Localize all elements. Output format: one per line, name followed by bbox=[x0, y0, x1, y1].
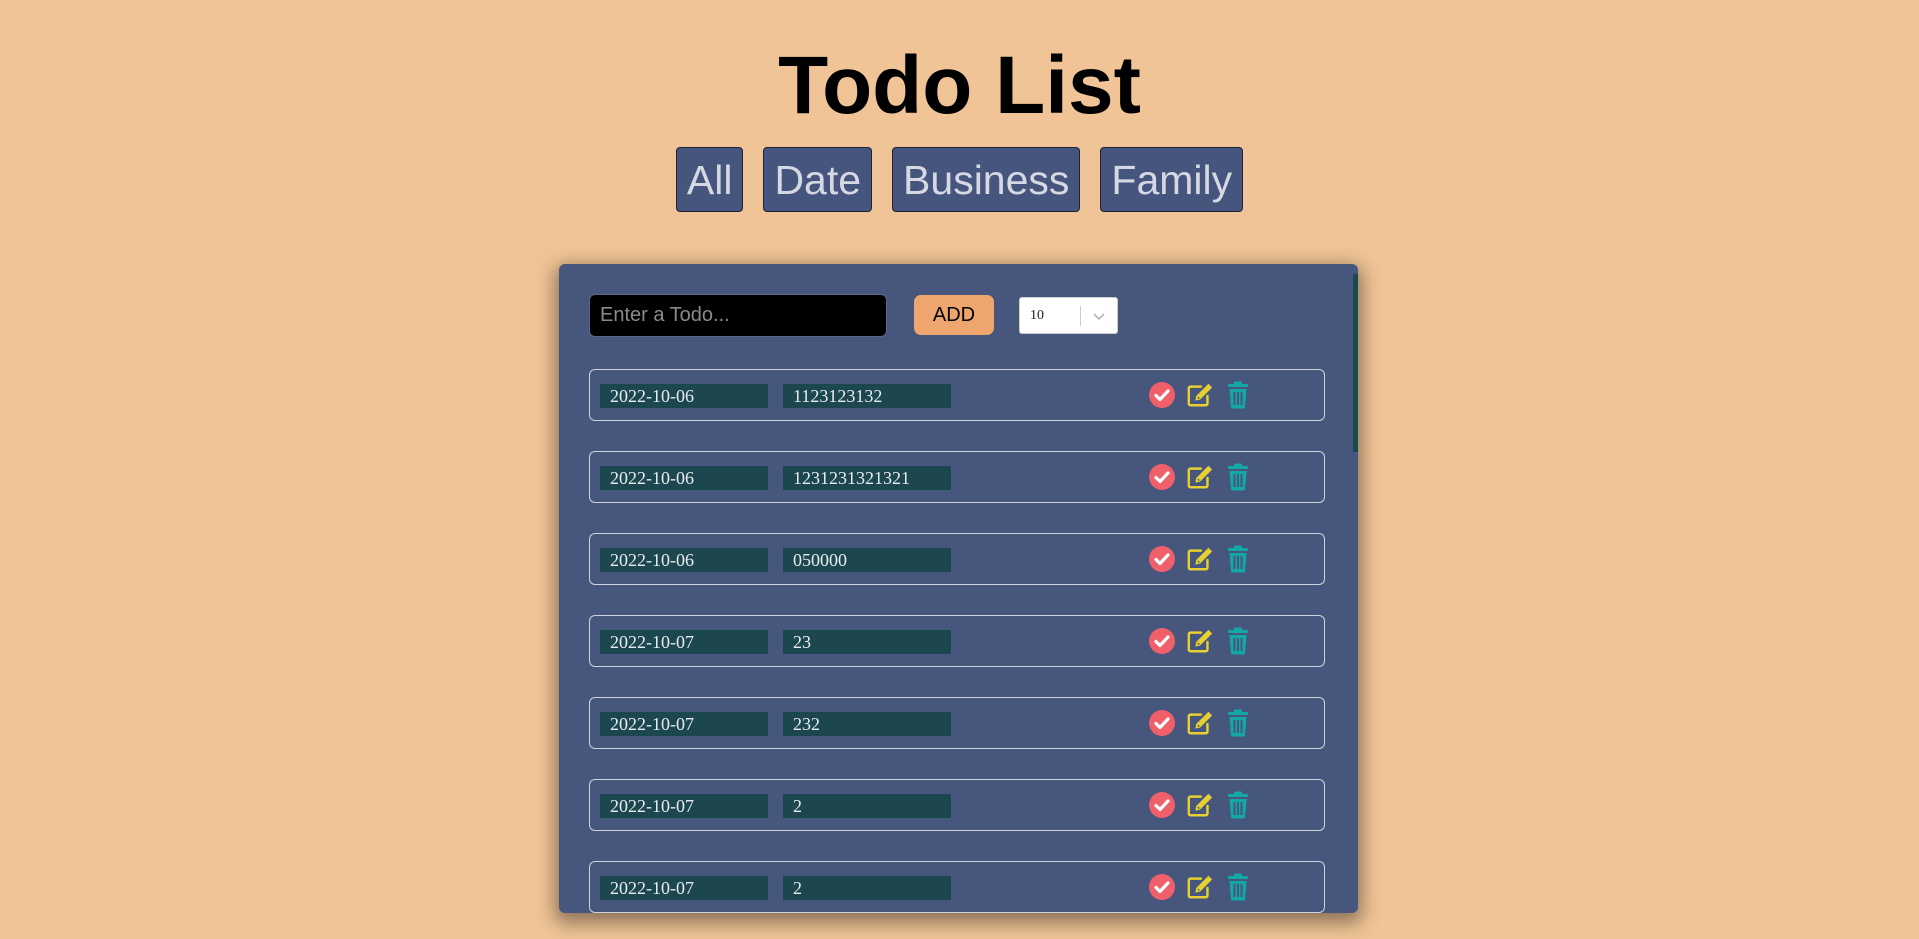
trash-icon[interactable] bbox=[1224, 627, 1252, 655]
filter-family-button[interactable]: Family bbox=[1100, 147, 1244, 212]
todo-item: 2022-10-07 232 bbox=[589, 697, 1325, 749]
todo-date: 2022-10-06 bbox=[600, 466, 768, 490]
todo-date: 2022-10-06 bbox=[600, 384, 768, 408]
todo-text: 2 bbox=[783, 876, 951, 900]
todo-text: 1231231321321 bbox=[783, 466, 951, 490]
todo-item: 2022-10-07 2 bbox=[589, 779, 1325, 831]
edit-icon[interactable] bbox=[1186, 545, 1214, 573]
todo-list: 2022-10-06 1123123132 2022-10-06 1231231… bbox=[589, 369, 1325, 913]
todo-date: 2022-10-06 bbox=[600, 548, 768, 572]
edit-icon[interactable] bbox=[1186, 873, 1214, 901]
trash-icon[interactable] bbox=[1224, 545, 1252, 573]
edit-icon[interactable] bbox=[1186, 791, 1214, 819]
todo-actions bbox=[1148, 790, 1252, 820]
todo-date: 2022-10-07 bbox=[600, 712, 768, 736]
limit-select[interactable]: 10 bbox=[1019, 297, 1118, 334]
todo-text: 23 bbox=[783, 630, 951, 654]
check-circle-icon[interactable] bbox=[1148, 463, 1176, 491]
trash-icon[interactable] bbox=[1224, 709, 1252, 737]
todo-text: 1123123132 bbox=[783, 384, 951, 408]
todo-text: 050000 bbox=[783, 548, 951, 572]
filter-date-button[interactable]: Date bbox=[763, 147, 873, 212]
chevron-down-icon bbox=[1081, 311, 1117, 321]
check-circle-icon[interactable] bbox=[1148, 873, 1176, 901]
todo-item: 2022-10-07 23 bbox=[589, 615, 1325, 667]
todo-actions bbox=[1148, 544, 1252, 574]
edit-icon[interactable] bbox=[1186, 627, 1214, 655]
todo-input[interactable] bbox=[589, 294, 887, 337]
category-filter-bar: All Date Business Family bbox=[0, 147, 1919, 212]
trash-icon[interactable] bbox=[1224, 791, 1252, 819]
todo-text: 232 bbox=[783, 712, 951, 736]
edit-icon[interactable] bbox=[1186, 709, 1214, 737]
todo-actions bbox=[1148, 462, 1252, 492]
edit-icon[interactable] bbox=[1186, 381, 1214, 409]
trash-icon[interactable] bbox=[1224, 463, 1252, 491]
edit-icon[interactable] bbox=[1186, 463, 1214, 491]
trash-icon[interactable] bbox=[1224, 873, 1252, 901]
add-todo-button[interactable]: ADD bbox=[914, 295, 994, 335]
todo-actions bbox=[1148, 626, 1252, 656]
filter-all-button[interactable]: All bbox=[675, 147, 744, 212]
todo-item: 2022-10-07 2 bbox=[589, 861, 1325, 913]
todo-actions bbox=[1148, 708, 1252, 738]
page-title: Todo List bbox=[778, 40, 1141, 131]
check-circle-icon[interactable] bbox=[1148, 709, 1176, 737]
filter-business-button[interactable]: Business bbox=[892, 147, 1081, 212]
todo-item: 2022-10-06 1123123132 bbox=[589, 369, 1325, 421]
todo-item: 2022-10-06 1231231321321 bbox=[589, 451, 1325, 503]
check-circle-icon[interactable] bbox=[1148, 627, 1176, 655]
todo-actions bbox=[1148, 872, 1252, 902]
todo-date: 2022-10-07 bbox=[600, 794, 768, 818]
todo-text: 2 bbox=[783, 794, 951, 818]
scrollbar-thumb[interactable] bbox=[1353, 274, 1358, 452]
check-circle-icon[interactable] bbox=[1148, 791, 1176, 819]
todo-date: 2022-10-07 bbox=[600, 876, 768, 900]
check-circle-icon[interactable] bbox=[1148, 545, 1176, 573]
todo-panel: ADD 10 2022-10-06 1123123132 bbox=[559, 264, 1358, 913]
trash-icon[interactable] bbox=[1224, 381, 1252, 409]
limit-select-value: 10 bbox=[1030, 307, 1044, 323]
todo-item: 2022-10-06 050000 bbox=[589, 533, 1325, 585]
todo-date: 2022-10-07 bbox=[600, 630, 768, 654]
todo-actions bbox=[1148, 380, 1252, 410]
check-circle-icon[interactable] bbox=[1148, 381, 1176, 409]
